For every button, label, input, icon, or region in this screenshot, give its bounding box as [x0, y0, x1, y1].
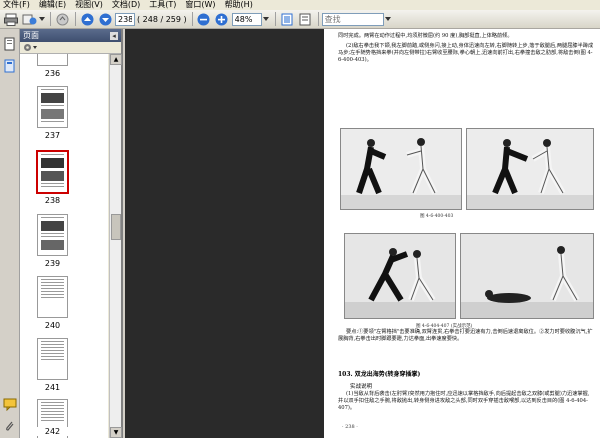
pages-panel: 页面 ◂ 236 237 238 239 240 241 242 ▲ ▼ [20, 29, 123, 438]
martial-arts-figures-image [345, 234, 455, 318]
zoom-level-input[interactable] [231, 12, 262, 26]
close-icon[interactable]: ◂ [110, 31, 118, 40]
toolbar-separator [274, 12, 276, 26]
zoom-dropdown-button[interactable] [262, 11, 270, 27]
fit-width-icon [299, 13, 311, 25]
navigation-tab-strip [0, 29, 20, 438]
previous-page-button[interactable] [79, 11, 95, 27]
illustration-photo [340, 128, 462, 210]
pages-icon [4, 37, 15, 51]
toolbar-separator [50, 12, 51, 26]
thumbnail-label: 237 [44, 131, 61, 140]
page-thumbnail[interactable] [37, 214, 68, 256]
fit-page-icon [281, 13, 293, 25]
illustration-photo [344, 233, 456, 319]
hand-tool-button[interactable] [54, 11, 70, 27]
options-gear-icon[interactable] [23, 43, 37, 52]
page-thumbnail-selected[interactable] [36, 150, 69, 194]
bookmark-icon [4, 59, 15, 73]
thumbnail-scrollbar[interactable]: ▲ ▼ [109, 54, 122, 438]
chevron-down-icon [262, 17, 269, 21]
toolbar-separator [191, 12, 193, 26]
toolbar-separator [75, 12, 76, 26]
thumbnail-list[interactable]: 236 237 238 239 240 241 242 [20, 54, 108, 438]
thumbnail-label: 238 [44, 196, 61, 205]
arrow-down-icon [99, 13, 111, 25]
paragraph: 同时完成。两臂在动作过程中,均须肘微屈(约 90 度),胸部挺直,上体略前倾。 [338, 33, 513, 39]
email-button[interactable] [21, 11, 37, 27]
hand-icon [56, 13, 68, 25]
pages-options-bar [20, 42, 121, 54]
thumbnail-label: 242 [37, 427, 68, 436]
page-thumbnail[interactable] [37, 276, 68, 318]
illustration-photo [460, 233, 594, 319]
chevron-down-icon [384, 17, 391, 21]
subsection-heading: 实战说明 [350, 384, 373, 390]
menu-help[interactable]: 帮助(H) [225, 0, 253, 10]
toolbar-separator [317, 12, 319, 26]
zoom-in-button[interactable] [214, 11, 230, 27]
paperclip-icon [6, 421, 14, 431]
martial-arts-figures-image [341, 129, 461, 209]
zoom-in-icon [215, 13, 228, 25]
thumbnail-label: 239 [44, 259, 61, 268]
scroll-up-arrow[interactable]: ▲ [110, 54, 122, 65]
paragraph: 要点:①要领"左臂格挡"击要准确,双臂连贯,右拳击打要迅速有力,击倒后速退离敌位… [338, 329, 593, 343]
fit-width-button[interactable] [297, 11, 313, 27]
search-dropdown-button[interactable] [384, 11, 392, 27]
scroll-down-arrow[interactable]: ▼ [110, 427, 122, 438]
arrow-up-icon [81, 13, 93, 25]
zoom-out-button[interactable] [196, 11, 212, 27]
menu-tools[interactable]: 工具(T) [149, 0, 176, 10]
fit-page-button[interactable] [279, 11, 295, 27]
pdf-page: 同时完成。两臂在动作过程中,均须肘微屈(约 90 度),胸部挺直,上体略前倾。 … [324, 29, 600, 438]
menu-view[interactable]: 视图(V) [75, 0, 103, 10]
comment-icon [3, 398, 17, 412]
page-count-label: ( 248 / 259 ) [137, 14, 187, 24]
menu-edit[interactable]: 编辑(E) [39, 0, 66, 10]
pages-panel-header: 页面 ◂ [20, 29, 121, 42]
bookmarks-tab[interactable] [3, 59, 17, 73]
document-view[interactable]: 同时完成。两臂在动作过程中,均须肘微屈(约 90 度),胸部挺直,上体略前倾。 … [125, 29, 600, 438]
chevron-down-icon [39, 17, 45, 21]
printer-icon [4, 13, 18, 26]
figure-caption: 图 4-6-400-403 [420, 214, 454, 219]
thumbnail-label: 240 [44, 321, 61, 330]
page-thumbnail[interactable] [37, 86, 68, 128]
paragraph: (2)敌右拳击我下颌,我左脚前踏,或侧身闪,接上动,身体迅速向左转,右脚随转上步… [338, 43, 594, 64]
menu-document[interactable]: 文档(D) [112, 0, 140, 10]
pdf-reader-window: 文件(F) 编辑(E) 视图(V) 文档(D) 工具(T) 窗口(W) 帮助(H… [0, 0, 600, 438]
print-button[interactable] [3, 11, 19, 27]
page-thumbnail[interactable] [37, 338, 68, 380]
thumbnail-label: 236 [44, 69, 61, 78]
page-footer-number: · 238 · [342, 424, 358, 430]
email-icon [22, 14, 36, 24]
pages-panel-title: 页面 [23, 31, 39, 40]
search-input[interactable] [321, 12, 384, 26]
zoom-out-icon [197, 13, 210, 25]
pages-tab[interactable] [3, 37, 17, 51]
dropdown-button[interactable] [39, 11, 45, 27]
scrollbar-thumb[interactable] [111, 214, 121, 240]
toolbar: ( 248 / 259 ) [0, 10, 600, 29]
illustration-photo [466, 128, 594, 210]
martial-arts-figures-image [467, 129, 593, 209]
thumbnail-label: 241 [44, 383, 61, 392]
section-heading: 103. 双龙出海势(转身穿插掌) [338, 371, 421, 378]
martial-arts-figures-image [461, 234, 593, 318]
paragraph: (1)当敌从背后袭击(左肘臂)突然用力抱住时,应迅速以掌格挡敌手,向后提起击敌之… [338, 391, 590, 412]
comments-tab[interactable] [3, 397, 17, 412]
menu-window[interactable]: 窗口(W) [185, 0, 215, 10]
page-number-input[interactable] [115, 12, 135, 26]
attachments-tab[interactable] [3, 419, 17, 433]
menu-file[interactable]: 文件(F) [3, 0, 30, 10]
page-thumbnail[interactable] [37, 54, 68, 66]
next-page-button[interactable] [97, 11, 113, 27]
menu-bar: 文件(F) 编辑(E) 视图(V) 文档(D) 工具(T) 窗口(W) 帮助(H… [0, 0, 600, 10]
